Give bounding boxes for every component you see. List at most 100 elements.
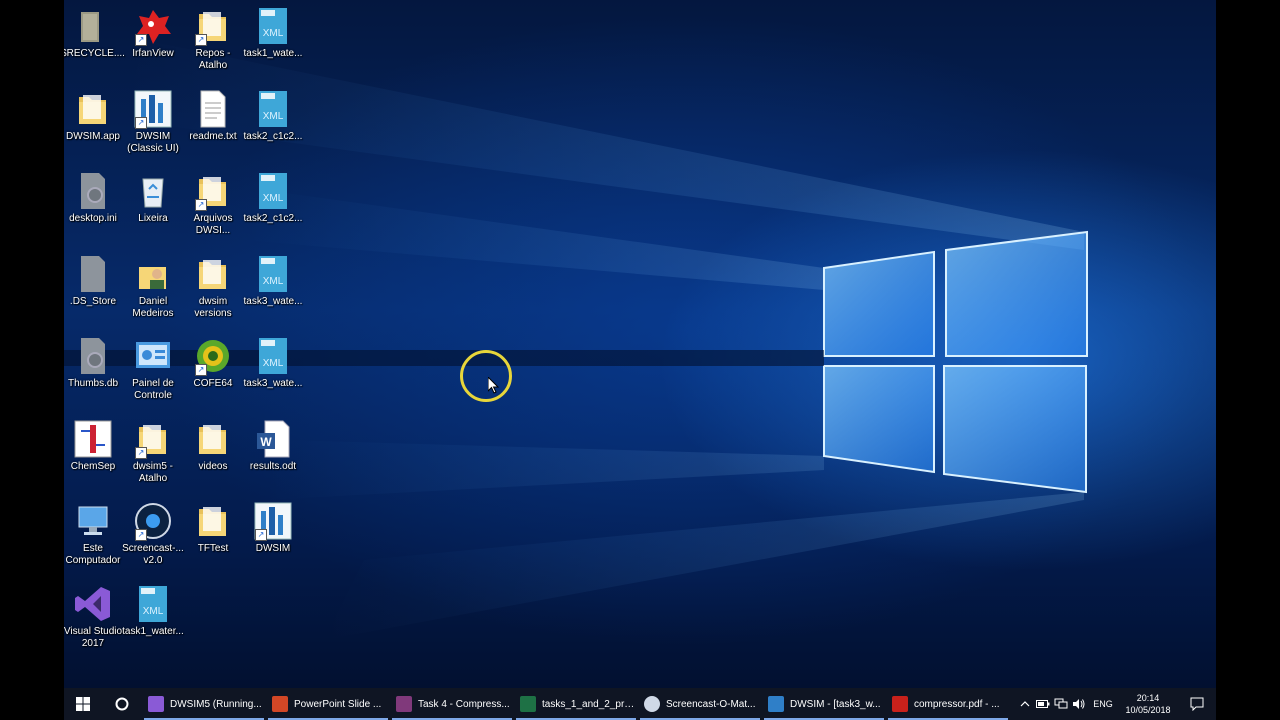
svg-text:W: W (260, 435, 272, 449)
desktop-icon[interactable]: ↗ Repos - Atalho (181, 6, 245, 72)
desktop-icon-label: ChemSep (70, 460, 116, 472)
cofe-icon: ↗ (193, 336, 233, 376)
text-file-icon (193, 89, 233, 129)
show-hidden-icons-button[interactable] (1016, 688, 1034, 720)
desktop-icon[interactable]: dwsim versions (181, 254, 245, 320)
desktop-icon-label: Lixeira (138, 213, 168, 224)
taskbar-app-label: tasks_1_and_2_pro... (542, 698, 638, 710)
mouse-pointer-icon (488, 377, 500, 394)
folder-shortcut-icon: ↗ (133, 419, 173, 459)
dwsim-icon: ↗ (133, 89, 173, 129)
gray-folder-icon (73, 6, 113, 46)
desktop-icon-label: task1_wate... (243, 48, 303, 59)
control-panel-icon (133, 336, 173, 376)
start-button[interactable] (64, 688, 102, 720)
desktop-icon-label: videos (198, 460, 228, 472)
taskbar-app-button[interactable]: DWSIM - [task3_w... (762, 688, 886, 720)
folder-icon (193, 254, 233, 294)
xml-file-icon: XML (253, 254, 293, 294)
folder-shortcut-icon: ↗ (193, 6, 233, 46)
taskbar-app-button[interactable]: PowerPoint Slide ... (266, 688, 390, 720)
volume-icon[interactable] (1070, 688, 1088, 720)
desktop-icon-label: Este Computador (65, 543, 121, 566)
action-center-button[interactable] (1178, 688, 1216, 720)
desktop-icon[interactable]: ↗ Screencast-... v2.0 (121, 501, 185, 567)
settings-file-icon (73, 336, 113, 376)
cortana-circle-icon (115, 697, 129, 711)
desktop-icon-label: readme.txt (189, 130, 237, 142)
desktop-icon[interactable]: XML task3_wate... (241, 254, 305, 308)
desktop-icon[interactable]: readme.txt (181, 89, 245, 143)
cortana-button[interactable] (102, 688, 142, 720)
desktop-icon[interactable]: videos (181, 419, 245, 473)
notification-icon (1190, 697, 1204, 711)
visual-studio-icon (148, 696, 164, 712)
desktop-icon[interactable]: ↗ dwsim5 - Atalho (121, 419, 185, 485)
svg-text:XML: XML (263, 358, 284, 369)
desktop-icon[interactable]: ChemSep (64, 419, 125, 473)
desktop-icon-label: Painel de Controle (132, 378, 174, 401)
settings-file-icon (73, 171, 113, 211)
desktop-icon[interactable]: ↗ IrfanView (121, 6, 185, 60)
desktop-icon-label: .DS_Store (69, 295, 117, 307)
language-indicator[interactable]: ENG (1088, 688, 1118, 720)
desktop-icon[interactable]: XML task1_wate... (241, 6, 305, 60)
desktop-icon[interactable]: Painel de Controle (121, 336, 185, 402)
desktop-icon-label: IrfanView (132, 48, 174, 59)
chemsep-icon (73, 419, 113, 459)
taskbar-app-button[interactable]: Screencast-O-Mat... (638, 688, 762, 720)
desktop-icon-label: DWSIM.app (66, 130, 120, 142)
taskbar-app-label: Task 4 - Compress... (418, 698, 510, 710)
desktop-icon-label: DWSIM (Classic UI) (127, 130, 179, 154)
excel-icon (520, 696, 536, 712)
network-icon[interactable] (1052, 688, 1070, 720)
desktop-icon[interactable]: Visual Studio 2017 (64, 584, 125, 650)
taskbar-apps: DWSIM5 (Running... PowerPoint Slide ... Ta… (142, 688, 1010, 720)
desktop-icon[interactable]: XML task3_wate... (241, 336, 305, 390)
desktop-icon-label: DWSIM (255, 543, 291, 554)
desktop-icon-label: task1_water... (122, 625, 184, 637)
chevron-up-icon (1020, 701, 1030, 707)
taskbar-app-label: compressor.pdf - ... (914, 698, 1000, 710)
desktop-icon[interactable]: XML task2_c1c2... (241, 89, 305, 143)
desktop-icon[interactable]: Lixeira (121, 171, 185, 225)
desktop-icon[interactable]: TFTest (181, 501, 245, 555)
taskbar-app-button[interactable]: tasks_1_and_2_pro... (514, 688, 638, 720)
taskbar-app-button[interactable]: DWSIM5 (Running... (142, 688, 266, 720)
desktop-icon[interactable]: ↗ DWSIM (241, 501, 305, 555)
desktop-icon-label: desktop.ini (69, 213, 117, 224)
desktop-icon-label: dwsim5 - Atalho (132, 460, 173, 484)
taskbar-app-label: Screencast-O-Mat... (666, 698, 756, 710)
desktop-icon[interactable]: DWSIM.app (64, 89, 125, 143)
battery-icon[interactable] (1034, 688, 1052, 720)
desktop-icon[interactable]: Wresults.odt (241, 419, 305, 473)
clock-date: 10/05/2018 (1125, 705, 1171, 715)
folder-icon (73, 89, 113, 129)
desktop-icon-label: task2_c1c2... (243, 213, 303, 224)
desktop-icon[interactable]: .DS_Store (64, 254, 125, 308)
taskbar-app-button[interactable]: Task 4 - Compress... (390, 688, 514, 720)
desktop-icon[interactable]: ↗ DWSIM (Classic UI) (121, 89, 185, 155)
desktop-icon[interactable]: desktop.ini (64, 171, 125, 225)
desktop-icon[interactable]: $RECYCLE.... (64, 6, 125, 60)
screencast-icon (644, 696, 660, 712)
clock[interactable]: 20:14 10/05/2018 (1118, 692, 1178, 716)
desktop[interactable]: $RECYCLE.... ↗ IrfanView ↗ Repos - Atalho XML… (64, 0, 1216, 688)
desktop-icon-label: $RECYCLE.... (64, 48, 125, 59)
desktop-icon[interactable]: ↗ COFE64 (181, 336, 245, 390)
desktop-icon[interactable]: XML task1_water... (121, 584, 185, 638)
powerpoint-icon (272, 696, 288, 712)
desktop-icon[interactable]: XML task2_c1c2... (241, 171, 305, 225)
desktop-icon[interactable]: Daniel Medeiros (121, 254, 185, 320)
desktop-icon[interactable]: Este Computador (64, 501, 125, 567)
desktop-icon-label: task3_wate... (243, 378, 303, 389)
taskbar-app-button[interactable]: compressor.pdf - ... (886, 688, 1010, 720)
xml-file-icon: XML (253, 89, 293, 129)
folder-shortcut-icon: ↗ (193, 171, 233, 211)
screencast-icon: ↗ (133, 501, 173, 541)
desktop-icon[interactable]: Thumbs.db (64, 336, 125, 390)
svg-text:XML: XML (263, 276, 284, 287)
word-document-icon: W (253, 419, 293, 459)
desktop-icon[interactable]: ↗ Arquivos DWSI... (181, 171, 245, 237)
desktop-icon-label: COFE64 (193, 378, 233, 389)
